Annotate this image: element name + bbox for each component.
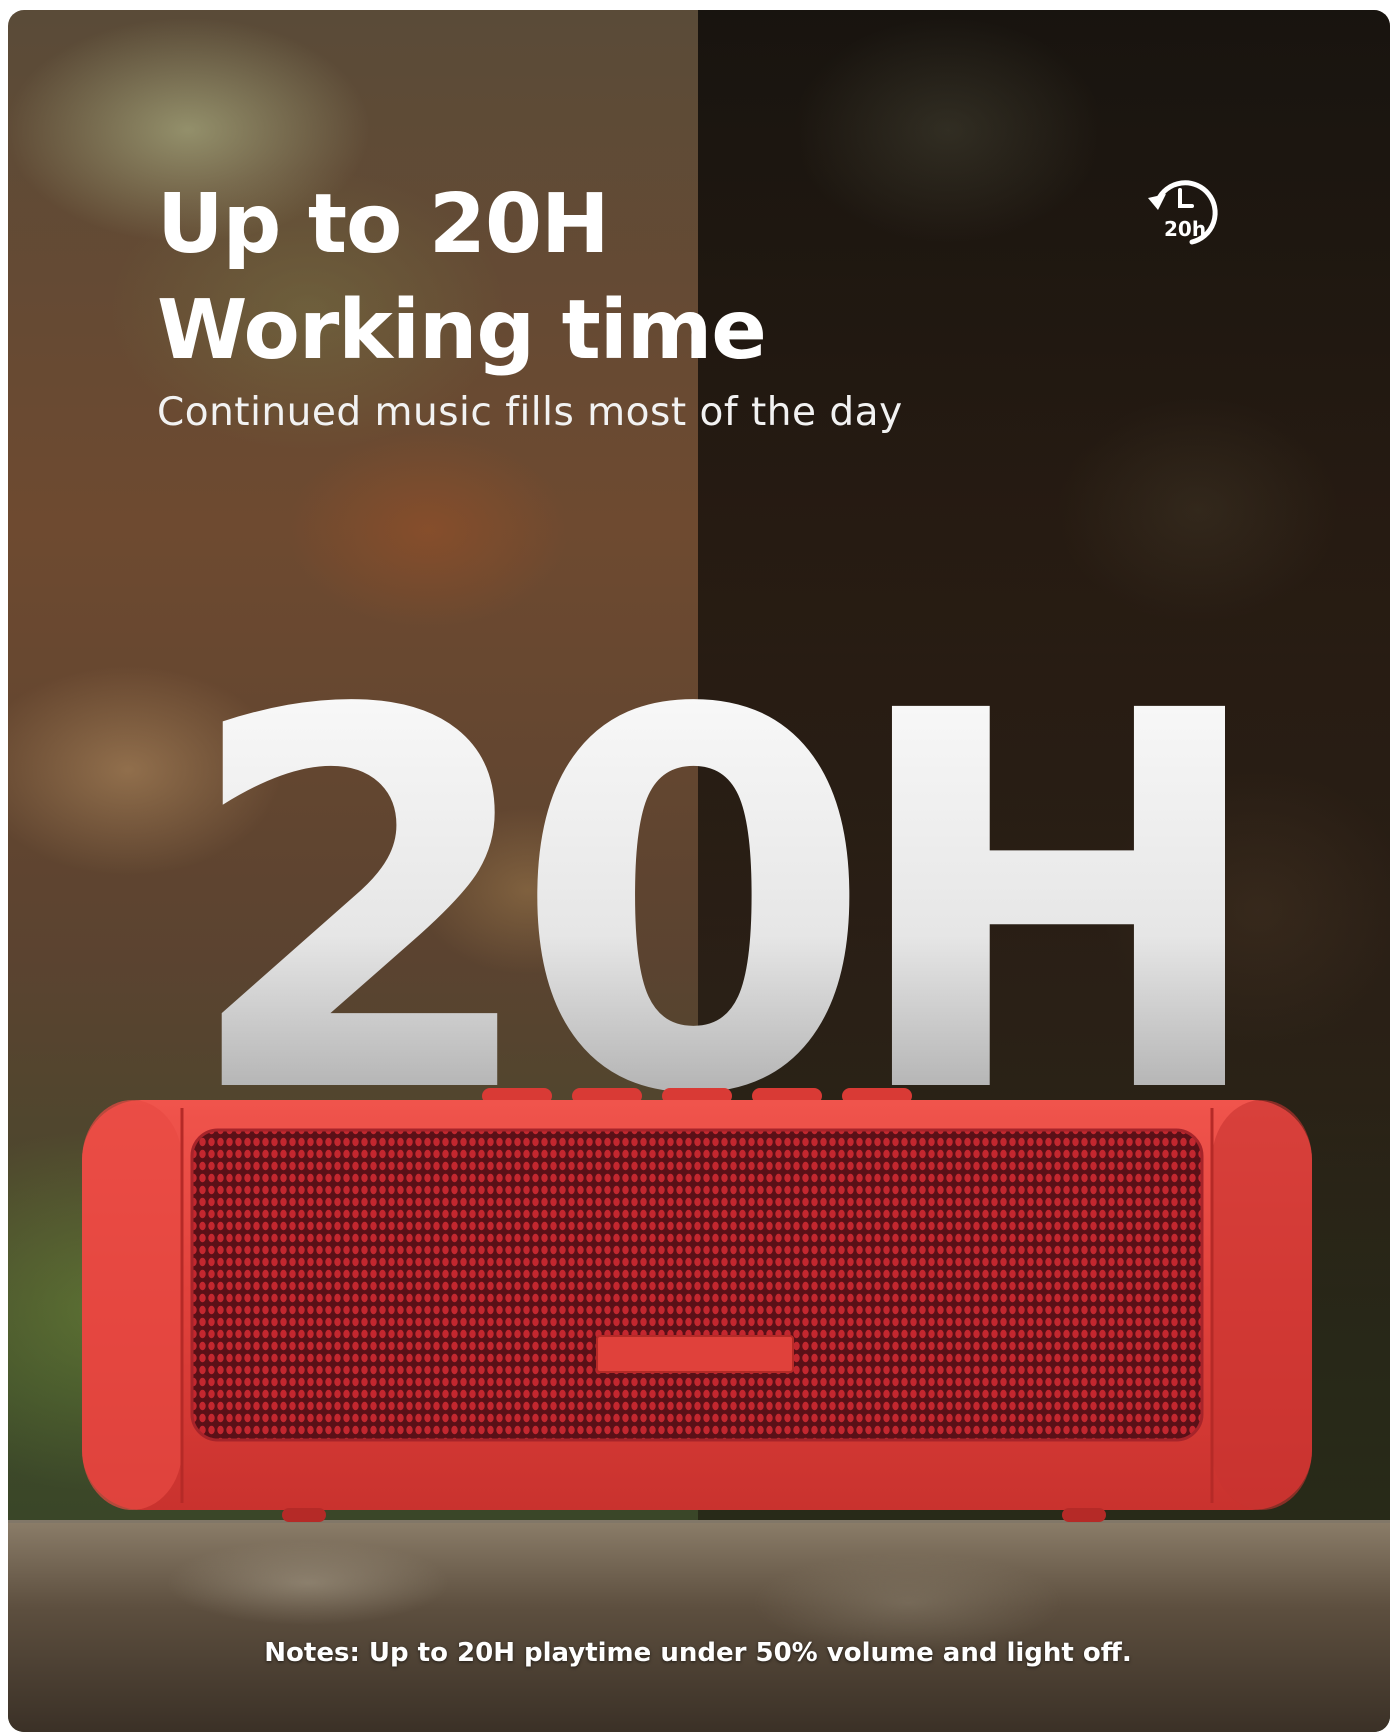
big-20h-numeral: 20H <box>205 640 1225 1100</box>
tree-stump <box>8 1520 1390 1732</box>
headline-line-2: Working time <box>157 283 767 378</box>
footnote: Notes: Up to 20H playtime under 50% volu… <box>264 1638 1132 1668</box>
speaker-grille <box>190 1128 1204 1442</box>
speaker <box>82 1088 1312 1522</box>
speaker-logo-plate <box>596 1335 794 1373</box>
subtitle: Continued music fills most of the day <box>157 390 903 435</box>
clock-20h-icon: 20h <box>1148 180 1218 245</box>
headline: Up to 20H Working time <box>157 172 767 384</box>
big-number-text: 20H <box>205 640 1225 1100</box>
badge-label: 20h <box>1164 217 1206 241</box>
headline-line-1: Up to 20H <box>157 177 610 272</box>
